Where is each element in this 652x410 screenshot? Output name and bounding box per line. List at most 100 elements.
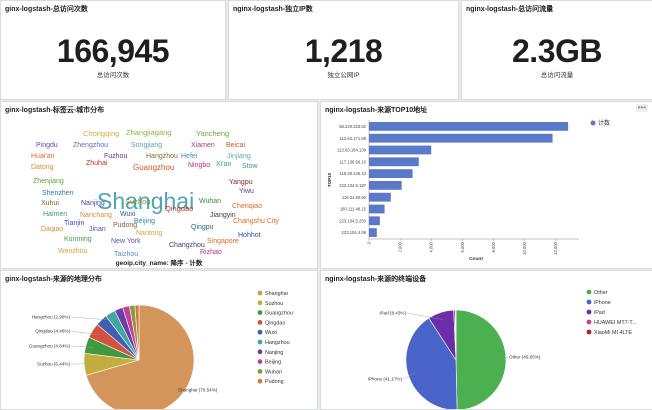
legend-swatch bbox=[258, 349, 263, 354]
x-axis-title: Count bbox=[469, 256, 483, 262]
legend-swatch bbox=[258, 340, 263, 345]
word-cloud-word[interactable]: New York bbox=[111, 238, 141, 245]
word-cloud-word[interactable]: Nanjing bbox=[81, 200, 105, 207]
word-cloud-word[interactable]: Xi'an bbox=[216, 161, 231, 168]
legend-label: HUAWEI MT7-T... bbox=[594, 320, 637, 326]
word-cloud-word[interactable]: Daqiao bbox=[41, 226, 63, 233]
legend-label: 计数 bbox=[598, 119, 610, 127]
legend-label: Hangzhou bbox=[265, 340, 290, 346]
legend-swatch bbox=[258, 300, 263, 305]
word-cloud-word[interactable]: Qingpu bbox=[191, 224, 214, 231]
word-cloud-word[interactable]: Chenqiao bbox=[232, 203, 262, 210]
legend-label: Guangzhou bbox=[265, 311, 293, 317]
word-cloud-word[interactable]: Rizhao bbox=[200, 249, 222, 256]
word-cloud-word[interactable]: Tianjin bbox=[64, 220, 84, 227]
legend-swatch bbox=[587, 310, 592, 315]
word-cloud-word[interactable]: Qingdao bbox=[165, 205, 193, 213]
word-cloud-word[interactable]: Huai'an bbox=[31, 153, 55, 160]
geo-pie-panel: ginx-logstash-来源的地理分布 Shanghai (70.54%)S… bbox=[0, 270, 318, 410]
word-cloud-word[interactable]: Hohhot bbox=[238, 232, 261, 239]
word-cloud-word[interactable]: Wuhan bbox=[199, 198, 221, 205]
word-cloud-word[interactable]: Suzhou bbox=[125, 198, 150, 206]
bar bbox=[369, 181, 402, 190]
word-cloud-word[interactable]: Changshu City bbox=[233, 218, 279, 225]
word-cloud-word[interactable]: Zhangjiagang bbox=[126, 129, 171, 137]
geo-pie-chart: Shanghai (70.54%)Suzhou (6.44%)Guangzhou… bbox=[1, 271, 317, 409]
x-tick-label: 10,000 bbox=[522, 241, 527, 254]
x-tick-label: 0 bbox=[367, 241, 372, 244]
top10-bar-chart: 58.220.223.62112.64.171.69113.63.184.139… bbox=[321, 102, 652, 268]
word-cloud-word[interactable]: Pingdu bbox=[36, 142, 58, 149]
word-cloud-word[interactable]: Zhenjiang bbox=[33, 178, 64, 185]
metric-value: 2.3GB bbox=[462, 33, 652, 70]
bar bbox=[369, 157, 419, 166]
word-cloud-word[interactable]: Wuxi bbox=[120, 211, 135, 218]
x-tick-label: 12,000 bbox=[553, 241, 558, 254]
metric-value: 1,218 bbox=[229, 33, 458, 70]
word-cloud-word[interactable]: Singapore bbox=[207, 238, 239, 245]
word-cloud-word[interactable]: Xuhui bbox=[41, 200, 59, 207]
legend-swatch bbox=[587, 330, 592, 335]
word-cloud-word[interactable]: Shenzhen bbox=[42, 190, 74, 197]
word-cloud-word[interactable]: Kunming bbox=[64, 236, 92, 243]
word-cloud-word[interactable]: Xiamen bbox=[191, 142, 215, 149]
legend-label: Wuhan bbox=[265, 369, 282, 375]
legend-label: Suzhou bbox=[265, 301, 283, 307]
legend-swatch bbox=[591, 121, 596, 126]
word-cloud-word[interactable]: Jinan bbox=[89, 226, 106, 233]
word-cloud-word[interactable]: Yangpu bbox=[229, 179, 253, 186]
word-cloud-word[interactable]: Changzhou bbox=[169, 242, 205, 249]
word-cloud-word[interactable]: Ningbo bbox=[188, 162, 210, 169]
bar bbox=[369, 216, 380, 225]
y-axis-title: TOP10 bbox=[327, 172, 332, 187]
word-cloud-word[interactable]: Stow bbox=[242, 163, 258, 170]
metric-panel-total-traffic: nginx-logstash-总访问流量 2.3GB 总访问流量 bbox=[461, 0, 652, 100]
x-tick-label: 4,000 bbox=[429, 241, 434, 252]
bar bbox=[369, 228, 377, 237]
y-tick-label: 58.220.223.62 bbox=[339, 124, 366, 129]
y-tick-label: 223.104.6.187 bbox=[339, 183, 366, 188]
word-cloud-word[interactable]: Yiwu bbox=[239, 188, 254, 195]
word-cloud-word[interactable]: Chongqing bbox=[83, 130, 119, 138]
metric-panel-unique-ip: nginx-logstash-独立IP数 1,218 独立公网IP bbox=[228, 0, 459, 100]
word-cloud-word[interactable]: Songjiang bbox=[131, 142, 162, 149]
word-cloud-word[interactable]: Hangzhou bbox=[146, 153, 178, 160]
word-cloud-word[interactable]: Datong bbox=[31, 164, 54, 171]
legend-swatch bbox=[258, 379, 263, 384]
word-cloud-panel: ginx-logstash-标签云-城市分布 ChongqingZhangjia… bbox=[0, 101, 318, 269]
word-cloud-word[interactable]: Nantong bbox=[136, 230, 162, 237]
metric-panel-total-visits: ginx-logstash-总访问次数 166,945 总访问次数 bbox=[0, 0, 226, 100]
legend-label: Nanjing bbox=[265, 350, 283, 356]
legend-swatch bbox=[587, 300, 592, 305]
slice-label: iPad (8.43%) bbox=[379, 311, 406, 316]
word-cloud-word[interactable]: Jinjiang bbox=[227, 153, 251, 160]
word-cloud-word[interactable]: Guangzhou bbox=[133, 164, 174, 172]
word-cloud-word[interactable]: Nanchang bbox=[80, 212, 112, 219]
legend-label: Wuxi bbox=[265, 330, 277, 336]
word-cloud-word[interactable]: Wenzhou bbox=[58, 248, 87, 255]
y-tick-label: 112.64.171.69 bbox=[340, 136, 367, 141]
legend-swatch bbox=[258, 291, 263, 296]
word-cloud-word[interactable]: Beijing bbox=[134, 218, 155, 225]
y-tick-label: 180.111.48.15 bbox=[340, 207, 367, 212]
word-cloud-word[interactable]: Zhengzhou bbox=[73, 142, 108, 149]
word-cloud-word[interactable]: Fuzhou bbox=[104, 153, 127, 160]
legend-label: Pudong bbox=[265, 379, 284, 385]
legend-swatch bbox=[258, 320, 263, 325]
word-cloud-word[interactable]: Pudong bbox=[113, 222, 137, 229]
y-tick-label: 223.104.4.59 bbox=[342, 230, 367, 235]
legend-label: iPad bbox=[594, 310, 605, 316]
slice-label: Other (49.65%) bbox=[509, 355, 541, 360]
word-cloud-word[interactable]: Jiangyin bbox=[210, 212, 236, 219]
legend-label: XiaoMi MI 4LTE bbox=[594, 330, 632, 336]
word-cloud-word[interactable]: Hefei bbox=[181, 153, 197, 160]
panel-title: ginx-logstash-总访问次数 bbox=[5, 4, 88, 14]
word-cloud-word[interactable]: Yancheng bbox=[196, 130, 229, 138]
slice-label: Guangzhou (4.84%) bbox=[29, 344, 71, 349]
metric-value: 166,945 bbox=[1, 33, 225, 70]
bar bbox=[369, 146, 431, 155]
word-cloud-word[interactable]: Zhuhai bbox=[86, 160, 107, 167]
legend-label: Shanghai bbox=[265, 291, 288, 297]
word-cloud-word[interactable]: Haimen bbox=[43, 211, 67, 218]
word-cloud-word[interactable]: Beicai bbox=[226, 142, 245, 149]
